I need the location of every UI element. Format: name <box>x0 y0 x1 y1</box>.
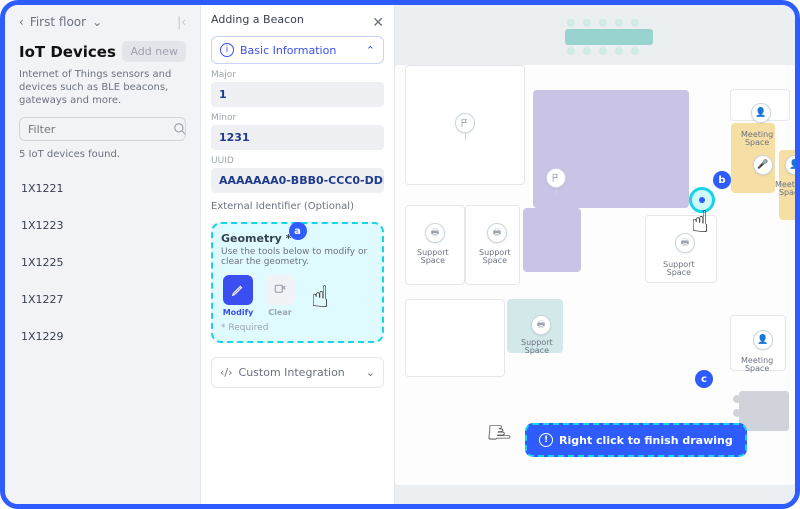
map-room <box>465 205 520 285</box>
map-chair <box>615 47 623 55</box>
list-item[interactable]: 1X1223 <box>19 207 186 244</box>
map-marker-printer[interactable]: 🖶 <box>487 223 507 243</box>
drawing-point[interactable] <box>689 187 715 213</box>
pencil-icon <box>231 283 245 297</box>
map-marker-printer[interactable]: 🖶 <box>531 315 551 335</box>
map-label: Meeting Space <box>741 357 773 373</box>
map-marker-person[interactable]: 👤 <box>753 330 773 350</box>
back-icon[interactable]: ‹ <box>19 15 24 29</box>
filter-input[interactable] <box>28 123 173 136</box>
required-note: * Required <box>221 323 374 333</box>
map-chair <box>583 19 591 27</box>
map-label: Support Space <box>479 249 511 265</box>
panel-title: Adding a Beacon <box>211 13 384 26</box>
map-room <box>405 299 505 377</box>
map-chair <box>567 19 575 27</box>
callout-b: b <box>713 171 731 189</box>
chevron-down-icon[interactable]: ⌄ <box>92 15 102 29</box>
callout-c: c <box>695 370 713 388</box>
search-icon[interactable] <box>173 122 187 136</box>
chevron-up-icon[interactable]: ⌃ <box>366 44 375 57</box>
section-basic-label: Basic Information <box>240 44 336 57</box>
major-field[interactable]: 1 <box>211 82 384 107</box>
map-chair <box>615 19 623 27</box>
map-marker-flag[interactable] <box>546 168 566 188</box>
modify-label: Modify <box>221 308 255 317</box>
geometry-subtitle: Use the tools below to modify or clear t… <box>221 247 374 267</box>
map-table <box>739 391 789 431</box>
map-chair <box>599 19 607 27</box>
filter-input-wrap[interactable] <box>19 117 186 141</box>
info-icon: ! <box>539 433 553 447</box>
page-subtitle: Internet of Things sensors and devices s… <box>19 68 186 107</box>
map-marker-mic[interactable]: 🎤 <box>753 155 773 175</box>
map-chair <box>733 395 741 403</box>
map-chair <box>631 19 639 27</box>
result-count: 5 IoT devices found. <box>19 149 186 160</box>
add-new-button[interactable]: Add new <box>122 41 186 62</box>
device-sidebar: ‹ First floor ⌄ |‹ IoT Devices Add new I… <box>5 5 200 504</box>
list-item[interactable]: 1X1221 <box>19 170 186 207</box>
section-custom-integration[interactable]: ‹/› Custom Integration ⌄ <box>211 357 384 388</box>
chevron-down-icon[interactable]: ⌄ <box>366 366 375 379</box>
geometry-section: a Geometry * Use the tools below to modi… <box>211 222 384 343</box>
map-chair <box>567 47 575 55</box>
clear-tool[interactable]: Clear <box>263 275 297 317</box>
map-marker-person[interactable]: 👤 <box>751 103 771 123</box>
breadcrumb-label: First floor <box>30 15 86 29</box>
callout-a: a <box>289 222 307 240</box>
map-marker-printer[interactable]: 🖶 <box>675 233 695 253</box>
uuid-field[interactable]: AAAAAAA0-BBB0-CCC0-DDD0-4A550 <box>211 168 384 193</box>
toast-text: Right click to finish drawing <box>559 434 733 447</box>
custom-integration-label: Custom Integration <box>239 366 345 379</box>
map-chair <box>583 47 591 55</box>
minor-label: Minor <box>211 113 384 123</box>
map-label: Support Space <box>663 261 695 277</box>
list-item[interactable]: 1X1227 <box>19 281 186 318</box>
map-room <box>405 205 465 285</box>
drawing-toast: ! Right click to finish drawing <box>525 423 747 457</box>
map-marker-flag[interactable] <box>455 113 475 133</box>
section-basic-info[interactable]: i Basic Information ⌃ <box>211 36 384 64</box>
major-label: Major <box>211 70 384 80</box>
map-label: Meeting Space <box>741 131 773 147</box>
external-id-label: External Identifier (Optional) <box>211 201 384 212</box>
edit-panel: Adding a Beacon ✕ i Basic Information ⌃ … <box>200 5 395 504</box>
map-label: Meeting Space <box>775 181 795 197</box>
map-room <box>523 208 581 272</box>
map-label: Support Space <box>417 249 449 265</box>
map-chair <box>733 409 741 417</box>
map-chair <box>631 47 639 55</box>
uuid-label: UUID <box>211 156 384 166</box>
breadcrumb[interactable]: ‹ First floor ⌄ |‹ <box>19 15 186 29</box>
map-label: Support Space <box>521 339 553 355</box>
close-icon[interactable]: ✕ <box>372 15 384 31</box>
map-table <box>565 29 653 45</box>
list-item[interactable]: 1X1229 <box>19 318 186 355</box>
collapse-icon[interactable]: |‹ <box>177 15 186 29</box>
list-item[interactable]: 1X1225 <box>19 244 186 281</box>
info-icon: i <box>220 43 234 57</box>
minor-field[interactable]: 1231 <box>211 125 384 150</box>
page-title: IoT Devices <box>19 43 116 61</box>
map-chair <box>599 47 607 55</box>
clear-label: Clear <box>263 308 297 317</box>
map-marker-printer[interactable]: 🖶 <box>425 223 445 243</box>
floor-map[interactable]: 🖶 🖶 🖶 🖶 👤 🎤 👤 👤 Support Space Support Sp… <box>395 5 795 504</box>
clear-icon <box>273 283 287 297</box>
code-icon: ‹/› <box>220 366 233 379</box>
modify-tool[interactable]: Modify <box>221 275 255 317</box>
